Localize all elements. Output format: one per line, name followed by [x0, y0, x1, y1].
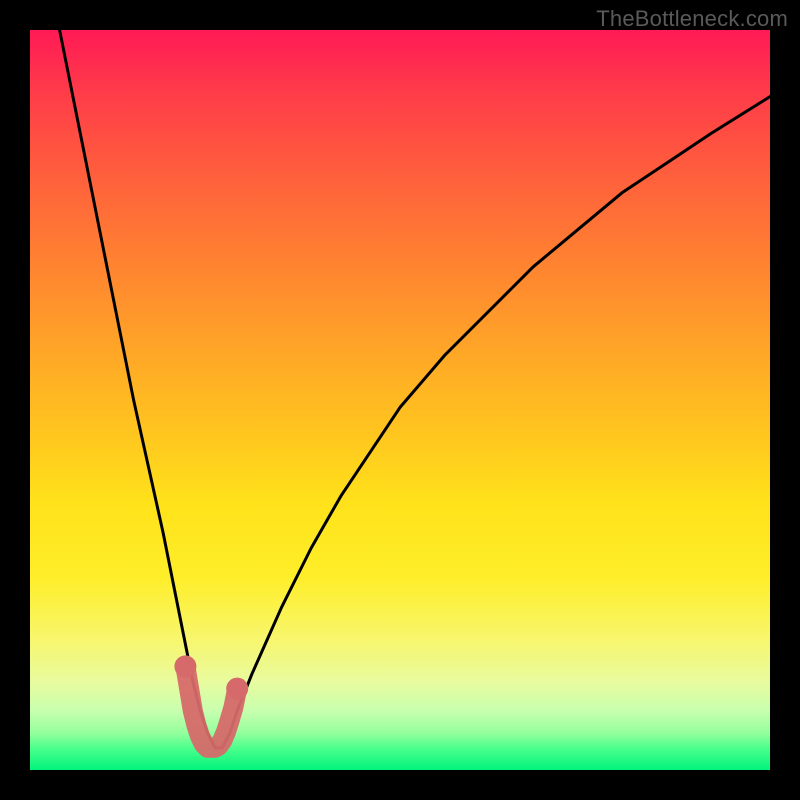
- bottleneck-curve: [60, 30, 770, 748]
- highlight-endpoint: [174, 655, 196, 677]
- highlight-segment: [174, 655, 248, 747]
- highlight-endpoint: [226, 678, 248, 700]
- chart-frame: TheBottleneck.com: [0, 0, 800, 800]
- bottleneck-curve-path: [60, 30, 770, 748]
- plot-area: [30, 30, 770, 770]
- chart-svg: [30, 30, 770, 770]
- watermark-text: TheBottleneck.com: [596, 6, 788, 32]
- highlight-path: [185, 666, 237, 747]
